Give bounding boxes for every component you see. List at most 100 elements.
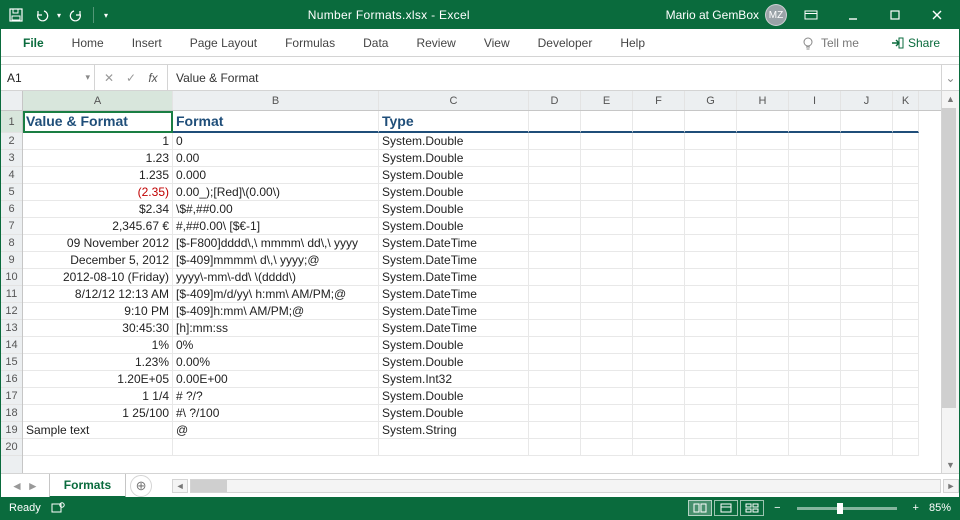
cell[interactable] [581,405,633,422]
fx-icon[interactable]: fx [143,68,163,88]
ribbon-display-button[interactable] [793,1,829,29]
undo-icon[interactable] [31,4,53,26]
page-break-view-button[interactable] [740,500,764,516]
cell[interactable]: 0.00% [173,354,379,371]
page-layout-view-button[interactable] [714,500,738,516]
column-header-h[interactable]: H [737,91,789,110]
cell[interactable] [633,286,685,303]
cell[interactable] [581,388,633,405]
formula-input[interactable]: Value & Format [168,65,941,90]
cell[interactable] [685,133,737,150]
cell[interactable] [893,252,919,269]
cell[interactable] [737,167,789,184]
cell[interactable] [685,303,737,320]
share-button[interactable]: Share [879,35,951,51]
cell[interactable]: System.Double [379,150,529,167]
cell[interactable] [737,111,789,133]
cell[interactable] [581,439,633,456]
cell[interactable] [789,184,841,201]
cell[interactable]: 1.20E+05 [23,371,173,388]
cell[interactable] [893,235,919,252]
cell[interactable] [841,439,893,456]
cell[interactable]: System.String [379,422,529,439]
cell[interactable] [23,439,173,456]
column-header-k[interactable]: K [893,91,919,110]
hscroll-track[interactable] [190,479,941,493]
cell[interactable] [529,252,581,269]
cell[interactable] [841,167,893,184]
cell[interactable]: System.Double [379,354,529,371]
column-header-c[interactable]: C [379,91,529,110]
cell[interactable] [789,422,841,439]
cell[interactable]: System.DateTime [379,235,529,252]
tab-nav-prev-icon[interactable]: ◄ [11,479,23,493]
cell[interactable] [685,388,737,405]
cell[interactable] [633,320,685,337]
cell[interactable] [789,201,841,218]
tab-home[interactable]: Home [58,29,118,57]
cell[interactable]: 2,345.67 € [23,218,173,235]
select-all-corner[interactable] [1,91,22,111]
row-header[interactable]: 7 [1,218,22,235]
row-header[interactable]: 9 [1,252,22,269]
cell[interactable]: yyyy\-mm\-dd\ \(dddd\) [173,269,379,286]
cell[interactable] [841,252,893,269]
row-header[interactable]: 1 [1,111,22,133]
cell[interactable]: @ [173,422,379,439]
cell[interactable] [737,252,789,269]
cell[interactable]: #,##0.00\ [$€-1] [173,218,379,235]
hscroll-thumb[interactable] [191,480,227,492]
cell[interactable]: 1 25/100 [23,405,173,422]
cell[interactable] [633,371,685,388]
cell[interactable] [581,286,633,303]
cell[interactable] [789,167,841,184]
cell[interactable] [581,252,633,269]
cell[interactable] [893,218,919,235]
cell[interactable]: 1 1/4 [23,388,173,405]
cell[interactable]: System.DateTime [379,286,529,303]
cell[interactable] [529,388,581,405]
cell[interactable] [841,320,893,337]
cell[interactable] [737,184,789,201]
cell[interactable] [737,133,789,150]
cell[interactable] [529,218,581,235]
cell[interactable] [685,422,737,439]
cell[interactable] [737,371,789,388]
cell[interactable] [529,320,581,337]
maximize-button[interactable] [877,1,913,29]
cell[interactable] [893,388,919,405]
cell[interactable]: System.DateTime [379,252,529,269]
tab-formulas[interactable]: Formulas [271,29,349,57]
cell[interactable] [581,320,633,337]
cell[interactable]: 1.23 [23,150,173,167]
cell[interactable]: System.DateTime [379,303,529,320]
tab-help[interactable]: Help [606,29,659,57]
zoom-level[interactable]: 85% [929,502,951,514]
cell[interactable] [841,218,893,235]
cell[interactable] [685,354,737,371]
cell[interactable] [893,320,919,337]
cell[interactable] [789,337,841,354]
cell[interactable] [893,150,919,167]
cell[interactable] [633,337,685,354]
cell[interactable]: 9:10 PM [23,303,173,320]
cell[interactable] [737,337,789,354]
row-header[interactable]: 19 [1,422,22,439]
tab-review[interactable]: Review [402,29,469,57]
cell[interactable] [789,133,841,150]
cell[interactable] [893,133,919,150]
cell[interactable] [737,303,789,320]
cell[interactable] [893,303,919,320]
cell[interactable] [737,150,789,167]
cell[interactable] [841,235,893,252]
vertical-scrollbar[interactable]: ▲ ▼ [941,91,959,473]
cell[interactable] [893,405,919,422]
column-header-a[interactable]: A [23,91,173,110]
cell[interactable] [893,201,919,218]
cell[interactable] [893,337,919,354]
tab-insert[interactable]: Insert [118,29,176,57]
tab-data[interactable]: Data [349,29,402,57]
cell[interactable]: System.Double [379,337,529,354]
cell[interactable] [529,439,581,456]
cell[interactable] [173,439,379,456]
